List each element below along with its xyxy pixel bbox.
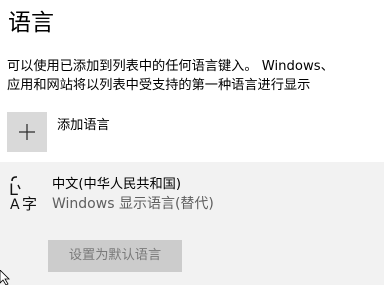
language-icon: L A 字 <box>9 176 37 211</box>
description-line-2: 应用和网站将以列表中受支持的第一种语言进行显示 <box>7 78 311 93</box>
page-description: 可以使用已添加到列表中的任何语言键入。 Windows、 应用和网站将以列表中受… <box>7 57 379 95</box>
svg-text:字: 字 <box>22 195 37 211</box>
language-settings-page: 语言 可以使用已添加到列表中的任何语言键入。 Windows、 应用和网站将以列… <box>0 0 384 285</box>
page-title: 语言 <box>8 10 54 36</box>
language-name: 中文(中华人民共和国) <box>52 177 181 192</box>
set-default-language-button[interactable]: 设置为默认语言 <box>48 240 182 272</box>
plus-icon <box>19 124 35 140</box>
add-language-label: 添加语言 <box>57 118 110 133</box>
language-subtitle: Windows 显示语言(替代) <box>52 196 214 212</box>
add-language-button[interactable]: 添加语言 <box>7 112 307 154</box>
svg-text:A: A <box>10 197 20 211</box>
language-list-item[interactable]: L A 字 中文(中华人民共和国) Windows 显示语言(替代) 设置为默认… <box>0 162 384 285</box>
description-line-1: 可以使用已添加到列表中的任何语言键入。 Windows、 <box>7 59 334 74</box>
mouse-cursor-icon <box>0 270 10 285</box>
add-language-icon-box[interactable] <box>7 112 47 152</box>
